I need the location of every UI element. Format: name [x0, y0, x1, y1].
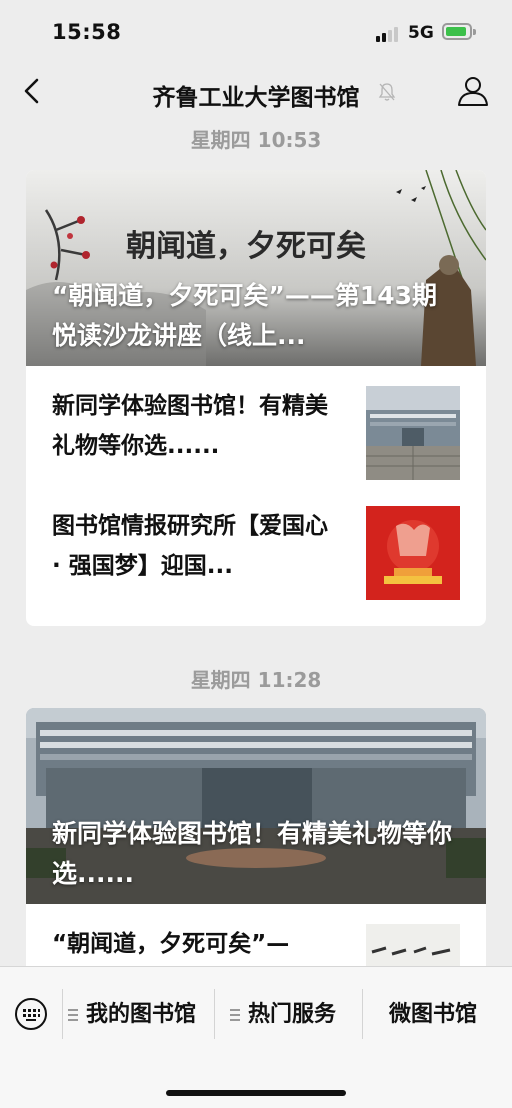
hero-title: “朝闻道，夕死可矣”——第143期悦读沙龙讲座（线上...	[52, 281, 438, 350]
article-hero[interactable]: 朝闻道，夕死可矣 “朝闻道，夕死可矣”——第143期悦读沙龙讲座（线上...	[26, 170, 486, 366]
mute-bell-icon	[378, 83, 396, 101]
list-item[interactable]: 图书馆情报研究所【爱国心 · 强国梦】迎国...	[26, 506, 486, 626]
home-indicator	[166, 1090, 346, 1096]
thumbnail-image	[366, 506, 460, 600]
menu-label: 我的图书馆	[86, 1002, 197, 1027]
network-label: 5G	[408, 23, 434, 43]
menu-divider	[62, 989, 63, 1039]
menu-divider	[362, 989, 363, 1039]
battery-cap	[473, 29, 476, 35]
menu-micro-library[interactable]: 微图书馆	[389, 997, 477, 1033]
signal-icon	[376, 26, 402, 42]
article-card: 朝闻道，夕死可矣 “朝闻道，夕死可矣”——第143期悦读沙龙讲座（线上... 新…	[26, 170, 486, 626]
battery-icon	[442, 23, 472, 40]
menu-lines-icon	[68, 1009, 78, 1021]
message-time: 星期四 11:28	[190, 668, 322, 692]
menu-label: 热门服务	[248, 1002, 337, 1027]
article-card: 新同学体验图书馆！有精美礼物等你选...... “朝闻道，夕死可矣”—	[26, 708, 486, 1008]
menu-my-library[interactable]: 我的图书馆	[68, 997, 196, 1033]
keyboard-icon[interactable]	[14, 997, 48, 1031]
article-hero[interactable]: 新同学体验图书馆！有精美礼物等你选......	[26, 708, 486, 904]
message-time: 星期四 10:53	[190, 128, 322, 152]
list-item[interactable]: 新同学体验图书馆！有精美礼物等你选......	[26, 386, 486, 506]
thumbnail-image	[366, 386, 460, 480]
status-time: 15:58	[52, 20, 122, 44]
bottom-menu: 我的图书馆 热门服务 微图书馆	[0, 966, 512, 1108]
list-item-title: “朝闻道，夕死可矣”—	[52, 931, 290, 957]
list-item-title: 图书馆情报研究所【爱国心 · 强国梦】迎国...	[52, 513, 328, 579]
menu-hot-services[interactable]: 热门服务	[230, 997, 336, 1033]
hero-title: 新同学体验图书馆！有精美礼物等你选......	[52, 819, 453, 888]
hero-banner-text: 朝闻道，夕死可矣	[126, 229, 366, 264]
menu-divider	[214, 989, 215, 1039]
list-item-title: 新同学体验图书馆！有精美礼物等你选......	[52, 393, 328, 459]
status-bar: 15:58 5G	[0, 0, 512, 64]
nav-bar: 齐鲁工业大学图书馆	[0, 64, 512, 120]
page-title: 齐鲁工业大学图书馆	[152, 85, 360, 111]
menu-label: 微图书馆	[389, 1002, 478, 1027]
profile-icon[interactable]	[456, 74, 490, 108]
menu-lines-icon	[230, 1009, 240, 1021]
